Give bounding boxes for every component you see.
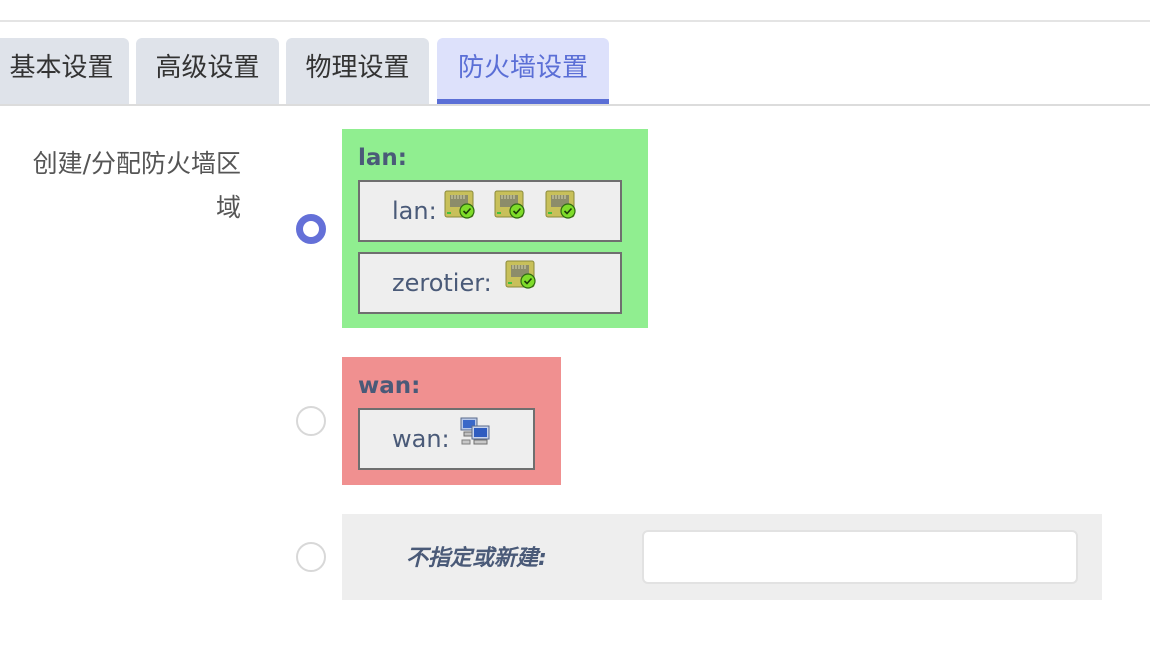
ethernet-port-connected-icon <box>494 190 525 219</box>
tab-label: 高级设置 <box>155 53 260 83</box>
top-divider <box>0 20 1150 22</box>
tab-basic-settings[interactable]: 基本设置 <box>0 38 129 104</box>
zone-title-wan: wan: <box>358 373 421 399</box>
interface-name: zerotier: <box>392 269 492 297</box>
tab-bar: 基本设置 高级设置 物理设置 防火墙设置 <box>0 38 1150 104</box>
unspecified-zone-row: 不指定或新建: <box>342 514 1102 600</box>
interface-lan: lan: <box>358 180 622 242</box>
field-label-line1: 创建/分配防火墙区 <box>32 149 241 178</box>
zone-radio-wan[interactable] <box>296 406 326 436</box>
interface-zerotier: zerotier: <box>358 252 622 314</box>
firewall-zone-field-label: 创建/分配防火墙区 域 <box>0 142 241 230</box>
tab-physical-settings[interactable]: 物理设置 <box>286 38 429 104</box>
ethernet-port-connected-icon <box>444 190 475 219</box>
tab-label: 物理设置 <box>305 53 410 83</box>
interface-wan: wan: <box>358 408 535 470</box>
ethernet-port-connected-icon <box>545 190 576 219</box>
network-computers-icon <box>460 417 490 445</box>
interface-name: lan: <box>392 197 437 225</box>
interface-name: wan: <box>392 425 450 453</box>
zone-box-wan[interactable]: wan: wan: <box>342 357 561 485</box>
new-zone-name-input[interactable] <box>642 530 1078 584</box>
unspecified-zone-label: 不指定或新建: <box>406 546 547 571</box>
zone-radio-unspecified[interactable] <box>296 542 326 572</box>
tab-bar-divider <box>0 104 1150 106</box>
zone-box-lan[interactable]: lan: lan: zerotier: <box>342 129 648 328</box>
field-label-line2: 域 <box>215 193 241 222</box>
tab-advanced-settings[interactable]: 高级设置 <box>136 38 279 104</box>
zone-title-lan: lan: <box>358 145 407 171</box>
zone-radio-lan[interactable] <box>296 214 326 244</box>
tab-label: 基本设置 <box>9 53 114 83</box>
tab-firewall-settings[interactable]: 防火墙设置 <box>437 38 609 104</box>
tab-label: 防火墙设置 <box>457 53 588 83</box>
ethernet-port-connected-icon <box>505 260 536 289</box>
